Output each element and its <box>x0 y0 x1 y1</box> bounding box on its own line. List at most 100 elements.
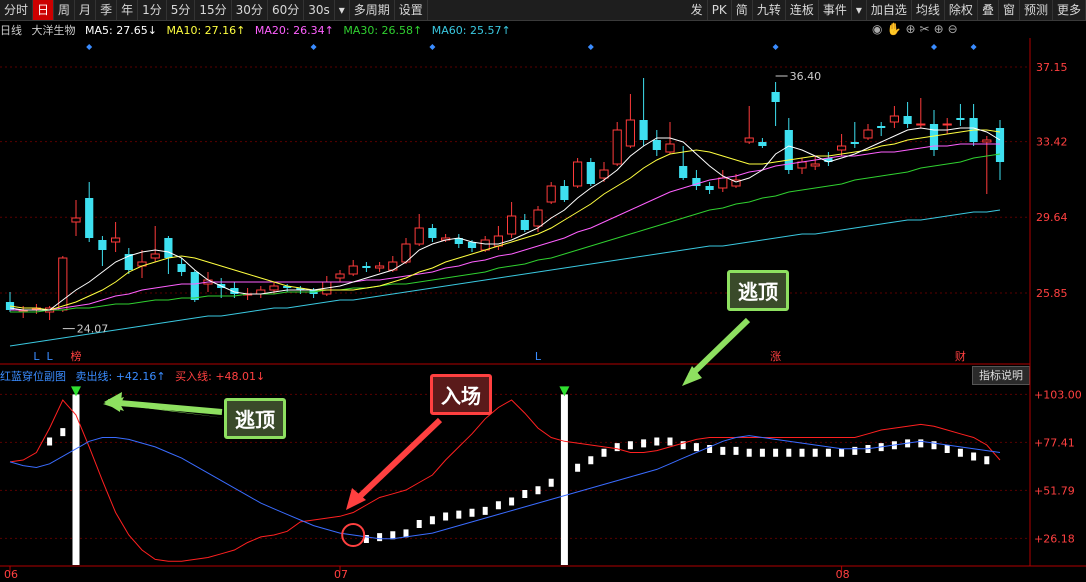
candle-body <box>850 142 859 144</box>
candle-body <box>546 185 556 203</box>
sub-y-tick: +77.41 <box>1034 436 1075 449</box>
event-diamond <box>772 44 779 50</box>
signal-bar <box>852 446 858 455</box>
escape-arrow-2-shaft <box>687 317 751 379</box>
candle-body <box>665 143 675 153</box>
x-tick-label: 08 <box>836 568 850 581</box>
signal-bar <box>786 448 792 457</box>
signal-bar <box>47 437 53 446</box>
candle-body <box>810 163 820 167</box>
main-y-tick: 37.15 <box>1036 61 1068 74</box>
candle-body <box>71 217 81 223</box>
signal-bar <box>746 448 752 457</box>
escape-top-callout-1: 逃顶 <box>224 398 286 439</box>
signal-bar <box>60 428 66 437</box>
event-marker: 涨 <box>770 350 781 363</box>
high-price-label: 36.40 <box>790 70 822 83</box>
candle-body <box>744 137 754 143</box>
sub-y-tick: +103.00 <box>1034 388 1082 401</box>
candle-body <box>164 238 173 258</box>
candle-body <box>414 227 424 245</box>
signal-bar <box>482 506 488 515</box>
signal-bar <box>456 510 462 519</box>
signal-bar <box>614 443 620 452</box>
event-diamond <box>86 44 93 50</box>
ma30-line <box>10 153 1001 313</box>
escape-signal-bar <box>560 394 568 565</box>
candle-body <box>639 120 648 140</box>
signal-bar <box>918 439 924 448</box>
candle-body <box>705 186 714 190</box>
candle-body <box>889 115 899 123</box>
event-marker: L <box>535 350 542 363</box>
candle-body <box>982 139 992 143</box>
signal-bar <box>720 446 726 455</box>
candle-body <box>573 161 583 187</box>
signal-bar <box>548 478 554 487</box>
escape-top-callout-2: 逃顶 <box>727 270 789 311</box>
candle-body <box>771 92 780 102</box>
signal-bar <box>601 448 607 457</box>
candle-body <box>111 237 121 243</box>
event-marker: L <box>47 350 54 363</box>
signal-bar <box>971 452 977 461</box>
event-diamond <box>931 44 937 50</box>
sell-line <box>9 435 1001 540</box>
candle-body <box>533 209 543 227</box>
candle-body <box>177 264 186 272</box>
signal-bar <box>575 463 581 472</box>
candle-body <box>586 162 595 184</box>
candle-body <box>335 273 345 279</box>
candle-body <box>995 128 1005 162</box>
candle-body <box>98 240 107 250</box>
signal-bar <box>957 448 963 457</box>
signal-bar <box>429 516 435 525</box>
main-y-tick: 29.64 <box>1036 211 1068 224</box>
signal-bar <box>773 448 779 457</box>
candle-body <box>956 118 965 120</box>
ma20-line <box>10 143 1000 311</box>
candle-body <box>480 239 490 251</box>
candle-body <box>652 140 661 150</box>
sub-y-tick: +51.79 <box>1034 484 1075 497</box>
signal-bar <box>812 448 818 457</box>
signal-bar <box>667 437 673 446</box>
signal-bar <box>509 497 515 506</box>
ma5-line <box>9 127 1001 311</box>
candle-body <box>348 265 358 275</box>
candle-body <box>599 169 609 179</box>
candle-body <box>520 220 529 230</box>
candle-body <box>428 228 437 238</box>
signal-bar <box>759 448 765 457</box>
event-diamond <box>970 44 977 50</box>
entry-callout: 入场 <box>430 374 492 415</box>
candle-body <box>718 177 728 189</box>
signal-bar <box>984 456 990 465</box>
entry-arrow-shaft <box>353 417 443 503</box>
candle-body <box>150 253 160 259</box>
main-y-tick: 25.85 <box>1036 287 1068 300</box>
event-diamond <box>310 44 317 50</box>
signal-bar <box>693 443 699 452</box>
candle-body <box>877 126 886 128</box>
x-tick-label: 06 <box>4 568 18 581</box>
candle-body <box>362 266 371 268</box>
candle-body <box>612 129 622 165</box>
event-marker: 榜 <box>71 349 82 363</box>
ma60-line <box>9 209 1001 347</box>
candle-body <box>837 145 847 151</box>
event-diamond <box>587 44 594 50</box>
signal-bar <box>535 486 541 495</box>
signal-bar <box>839 448 845 457</box>
chart-svg: 37.15 33.42 29.64 25.85 +103.00 +77.41 +51.79 +… <box>0 38 1086 581</box>
event-marker: L <box>33 350 40 363</box>
candle-body <box>625 119 635 147</box>
signal-bar <box>799 448 805 457</box>
main-y-tick: 33.42 <box>1036 136 1068 149</box>
signal-bar <box>641 439 647 448</box>
signal-bar <box>944 445 950 453</box>
escape-arrow-1-head <box>104 392 122 412</box>
x-tick-label: 07 <box>334 568 348 581</box>
signal-bar <box>522 490 528 498</box>
candle-body <box>190 272 199 300</box>
